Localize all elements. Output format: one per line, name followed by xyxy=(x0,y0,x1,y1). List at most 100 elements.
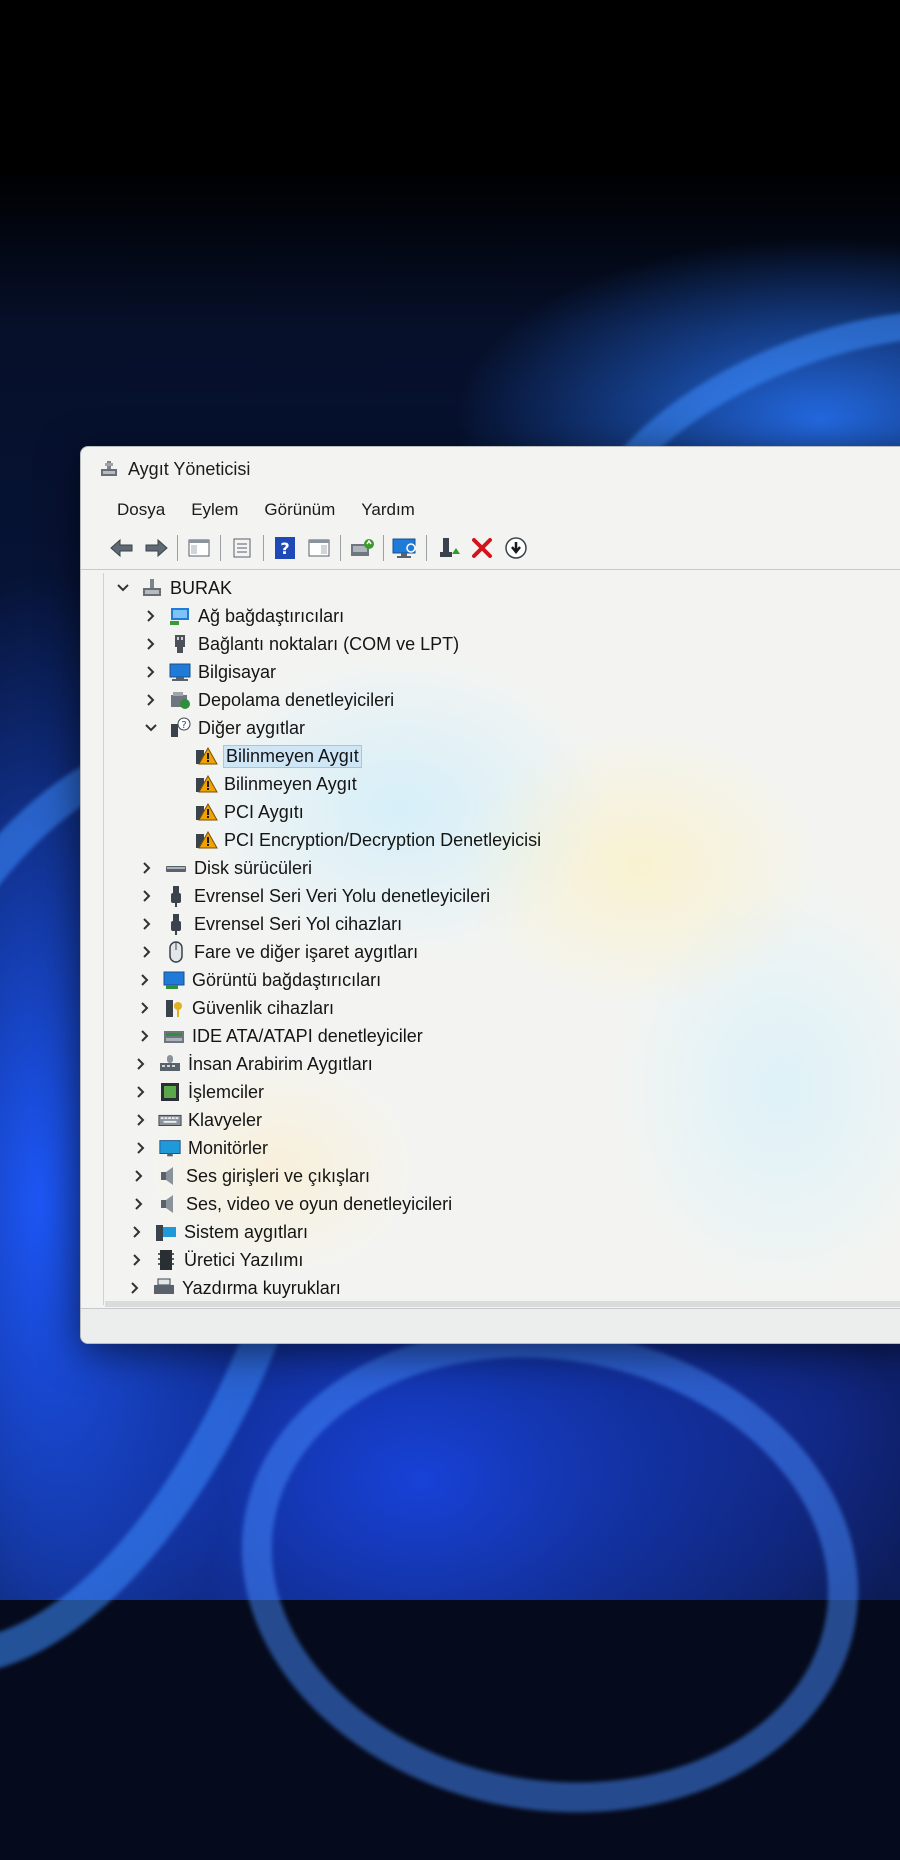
enable-device-button[interactable] xyxy=(433,533,463,563)
tree-category-label: Depolama denetleyicileri xyxy=(198,689,395,710)
tree-category-audio-io[interactable]: Ses girişleri ve çıkışları xyxy=(128,1163,370,1189)
tree-category-usb-controllers[interactable]: Evrensel Seri Veri Yolu denetleyicileri xyxy=(136,883,490,909)
chevron-right-icon[interactable] xyxy=(126,1221,148,1243)
uninstall-device-button[interactable] xyxy=(467,533,497,563)
tree-root-label: BURAK xyxy=(170,577,233,598)
tree-device-unknown-2[interactable]: Bilinmeyen Aygıt xyxy=(188,771,357,797)
tree-category-storage-controllers[interactable]: Depolama denetleyicileri xyxy=(140,687,394,713)
forward-icon xyxy=(145,538,168,558)
tree-category-keyboards[interactable]: Klavyeler xyxy=(130,1107,262,1133)
tree-category-label: İnsan Arabirim Aygıtları xyxy=(188,1053,373,1074)
tree-category-disk-drives[interactable]: Disk sürücüleri xyxy=(136,855,312,881)
security-device-icon xyxy=(162,996,186,1020)
network-adapter-icon xyxy=(168,604,192,628)
tree-category-label: Fare ve diğer işaret aygıtları xyxy=(194,941,419,962)
storage-controller-icon xyxy=(168,688,192,712)
tree-category-label: Ağ bağdaştırıcıları xyxy=(198,605,345,626)
computer-icon xyxy=(168,660,192,684)
tree-category-firmware[interactable]: Üretici Yazılımı xyxy=(126,1247,303,1273)
menu-help[interactable]: Yardım xyxy=(349,498,427,522)
chevron-down-icon[interactable] xyxy=(112,577,134,599)
chevron-right-icon[interactable] xyxy=(130,1137,152,1159)
tree-category-processors[interactable]: İşlemciler xyxy=(130,1079,264,1105)
tree-category-label: Görüntü bağdaştırıcıları xyxy=(192,969,382,990)
chevron-right-icon[interactable] xyxy=(140,633,162,655)
forward-button[interactable] xyxy=(141,533,171,563)
chevron-right-icon[interactable] xyxy=(136,885,158,907)
tree-category-print-queues[interactable]: Yazdırma kuyrukları xyxy=(124,1275,341,1301)
tree-category-hid[interactable]: İnsan Arabirim Aygıtları xyxy=(130,1051,373,1077)
display-adapter-icon xyxy=(162,968,186,992)
tree-category-label: Klavyeler xyxy=(188,1109,263,1130)
help-button[interactable]: ? xyxy=(270,533,300,563)
menu-view[interactable]: Görünüm xyxy=(252,498,347,522)
tree-category-label: Ses, video ve oyun denetleyicileri xyxy=(186,1193,453,1214)
toolbar-separator xyxy=(263,535,264,561)
chevron-right-icon[interactable] xyxy=(130,1109,152,1131)
chevron-right-icon[interactable] xyxy=(140,605,162,627)
console-tree-icon xyxy=(188,539,210,557)
tree-category-monitors[interactable]: Monitörler xyxy=(130,1135,268,1161)
tree-category-computer[interactable]: Bilgisayar xyxy=(140,659,276,685)
chevron-right-icon[interactable] xyxy=(128,1193,150,1215)
chevron-right-icon[interactable] xyxy=(136,941,158,963)
tree-device-unknown-1[interactable]: Bilinmeyen Aygıt xyxy=(188,743,362,769)
properties-button[interactable] xyxy=(227,533,257,563)
tree-device-pci[interactable]: PCI Aygıtı xyxy=(188,799,304,825)
tree-category-usb-devices[interactable]: Evrensel Seri Yol cihazları xyxy=(136,911,402,937)
tree-category-label: Bilgisayar xyxy=(198,661,277,682)
horizontal-scrollbar[interactable] xyxy=(105,1301,900,1307)
tree-category-label: Diğer aygıtlar xyxy=(198,717,306,738)
tree-device-label: PCI Aygıtı xyxy=(224,801,304,822)
chevron-right-icon[interactable] xyxy=(136,913,158,935)
tree-category-ide-controllers[interactable]: IDE ATA/ATAPI denetleyiciler xyxy=(134,1023,423,1049)
chevron-right-icon[interactable] xyxy=(140,689,162,711)
tree-category-ports[interactable]: Bağlantı noktaları (COM ve LPT) xyxy=(140,631,459,657)
tree-device-pci-encryption[interactable]: PCI Encryption/Decryption Denetleyicisi xyxy=(188,827,541,853)
title-bar[interactable]: Aygıt Yöneticisi xyxy=(81,447,900,491)
tree-category-label: Disk sürücüleri xyxy=(194,857,313,878)
toolbar-separator xyxy=(340,535,341,561)
scan-hardware-button[interactable] xyxy=(390,533,420,563)
chevron-right-icon[interactable] xyxy=(134,997,156,1019)
tree-category-mice[interactable]: Fare ve diğer işaret aygıtları xyxy=(136,939,418,965)
tree-category-security-devices[interactable]: Güvenlik cihazları xyxy=(134,995,334,1021)
tree-category-system-devices[interactable]: Sistem aygıtları xyxy=(126,1219,308,1245)
chevron-right-icon[interactable] xyxy=(134,969,156,991)
menu-action[interactable]: Eylem xyxy=(179,498,250,522)
monitor-icon xyxy=(158,1136,182,1160)
chevron-right-icon[interactable] xyxy=(128,1165,150,1187)
speaker-icon xyxy=(156,1164,180,1188)
action-pane-button[interactable] xyxy=(304,533,334,563)
chevron-right-icon[interactable] xyxy=(124,1277,146,1299)
computer-network-icon xyxy=(140,576,164,600)
status-bar xyxy=(81,1308,900,1343)
chevron-right-icon[interactable] xyxy=(130,1081,152,1103)
tree-node-root[interactable]: BURAK xyxy=(112,575,232,601)
tree-category-network-adapters[interactable]: Ağ bağdaştırıcıları xyxy=(140,603,344,629)
device-manager-window: Aygıt Yöneticisi Dosya Eylem Görünüm Yar… xyxy=(80,446,900,1344)
tree-device-label: Bilinmeyen Aygıt xyxy=(223,744,362,768)
chevron-right-icon[interactable] xyxy=(140,661,162,683)
tree-category-display-adapters[interactable]: Görüntü bağdaştırıcıları xyxy=(134,967,381,993)
tree-category-sound-video-game[interactable]: Ses, video ve oyun denetleyicileri xyxy=(128,1191,452,1217)
toolbar-separator xyxy=(177,535,178,561)
warning-device-icon xyxy=(194,800,218,824)
chevron-down-icon[interactable] xyxy=(140,717,162,739)
chevron-right-icon[interactable] xyxy=(136,857,158,879)
console-tree-button[interactable] xyxy=(184,533,214,563)
back-button[interactable] xyxy=(107,533,137,563)
tree-category-label: Yazdırma kuyrukları xyxy=(182,1277,341,1298)
wallpaper-swirl xyxy=(203,1279,897,1860)
toolbar-separator xyxy=(426,535,427,561)
disable-device-button[interactable] xyxy=(501,533,531,563)
chevron-right-icon[interactable] xyxy=(126,1249,148,1271)
menu-file[interactable]: Dosya xyxy=(105,498,177,522)
disk-drive-icon xyxy=(164,856,188,880)
tree-category-label: Evrensel Seri Yol cihazları xyxy=(194,913,403,934)
chevron-right-icon[interactable] xyxy=(130,1053,152,1075)
tree-category-other-devices[interactable]: ? Diğer aygıtlar xyxy=(140,715,305,741)
update-driver-button[interactable] xyxy=(347,533,377,563)
chevron-right-icon[interactable] xyxy=(134,1025,156,1047)
processor-icon xyxy=(158,1080,182,1104)
